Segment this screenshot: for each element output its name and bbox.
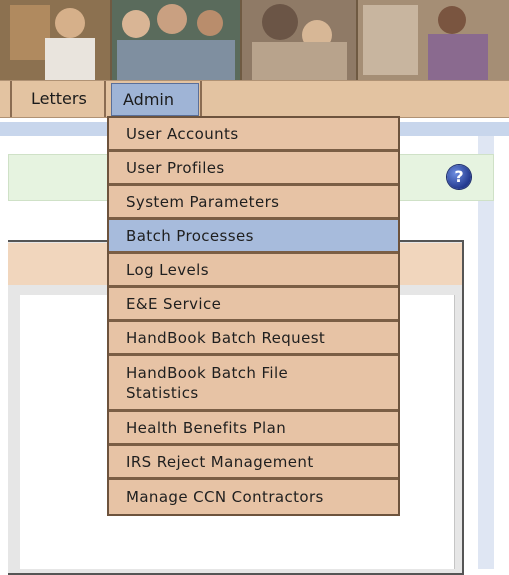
nav-divider: [10, 81, 12, 117]
banner-photo-2: [112, 0, 240, 80]
menu-item-user-accounts[interactable]: User Accounts: [109, 118, 398, 152]
banner-photo-1: [0, 0, 110, 80]
menu-item-log-levels[interactable]: Log Levels: [109, 254, 398, 288]
menu-item-batch-processes[interactable]: Batch Processes: [109, 220, 398, 254]
nav-item-letters[interactable]: Letters: [20, 81, 98, 117]
menu-item-user-profiles[interactable]: User Profiles: [109, 152, 398, 186]
top-nav-bar: Letters Admin: [0, 80, 509, 118]
nav-item-admin[interactable]: Admin: [111, 83, 199, 116]
banner-photo-4: [358, 0, 509, 80]
header-photo-banner: [0, 0, 509, 80]
menu-item-manage-ccn-contractors[interactable]: Manage CCN Contractors: [109, 480, 398, 514]
menu-item-handbook-batch-file-statistics[interactable]: HandBook Batch File Statistics: [109, 356, 398, 412]
nav-divider: [104, 81, 106, 117]
menu-item-system-parameters[interactable]: System Parameters: [109, 186, 398, 220]
menu-item-health-benefits-plan[interactable]: Health Benefits Plan: [109, 412, 398, 446]
banner-photo-3: [242, 0, 356, 80]
menu-item-handbook-batch-request[interactable]: HandBook Batch Request: [109, 322, 398, 356]
menu-item-ee-service[interactable]: E&E Service: [109, 288, 398, 322]
help-icon[interactable]: ?: [447, 165, 471, 189]
nav-divider: [200, 81, 202, 117]
menu-item-irs-reject-management[interactable]: IRS Reject Management: [109, 446, 398, 480]
admin-dropdown-menu: User Accounts User Profiles System Param…: [107, 116, 400, 516]
